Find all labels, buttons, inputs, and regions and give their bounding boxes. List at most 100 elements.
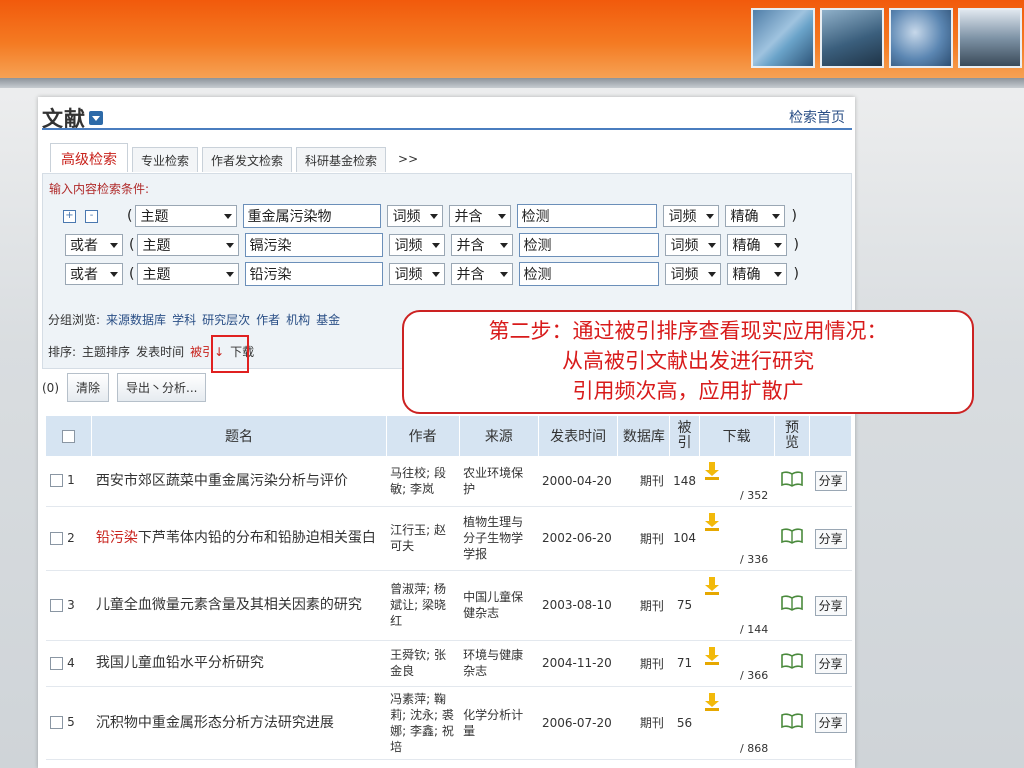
- match-select[interactable]: 精确: [727, 263, 788, 285]
- result-authors[interactable]: 王舜钦; 张金良: [386, 640, 460, 687]
- share-button[interactable]: 分享: [814, 471, 847, 492]
- book-preview-icon[interactable]: [781, 712, 803, 729]
- freq2-select[interactable]: 词频: [663, 205, 720, 227]
- result-title[interactable]: 铅污染下芦苇体内铅的分布和铅胁迫相关蛋白: [91, 506, 387, 571]
- term-input[interactable]: 镉污染: [245, 233, 384, 257]
- field-select[interactable]: 主题: [135, 205, 238, 227]
- row-checkbox[interactable]: [50, 474, 63, 488]
- result-citations[interactable]: 75: [669, 570, 700, 641]
- book-preview-icon[interactable]: [781, 528, 803, 544]
- col-downloads[interactable]: 下载: [699, 416, 775, 456]
- col-author[interactable]: 作者: [386, 416, 460, 456]
- result-citations[interactable]: 148: [669, 456, 700, 507]
- group-source-db[interactable]: 来源数据库: [106, 313, 166, 327]
- result-source[interactable]: 农业环境保护: [459, 456, 539, 507]
- freq2-select[interactable]: 词频: [665, 263, 722, 285]
- col-citations-line2: 引: [677, 435, 692, 451]
- share-button[interactable]: 分享: [814, 595, 847, 616]
- group-research-level[interactable]: 研究层次: [202, 313, 250, 327]
- download-icon[interactable]: [705, 692, 720, 711]
- result-source[interactable]: 中国儿童保健杂志: [459, 570, 539, 641]
- row-checkbox[interactable]: [50, 598, 63, 612]
- result-authors[interactable]: 江行玉; 赵可夫: [386, 506, 460, 571]
- sort-by-topic[interactable]: 主题排序: [82, 345, 130, 359]
- tab-fund-search[interactable]: 科研基金检索: [296, 147, 387, 172]
- match-select[interactable]: 精确: [727, 234, 788, 256]
- operator-select[interactable]: 并含: [451, 263, 514, 285]
- col-date[interactable]: 发表时间: [538, 416, 619, 456]
- operator-select-value: 并含: [456, 238, 485, 254]
- col-source[interactable]: 来源: [459, 416, 539, 456]
- chevron-down-icon: [432, 242, 441, 248]
- share-button[interactable]: 分享: [814, 713, 847, 733]
- field-select[interactable]: 主题: [137, 234, 240, 256]
- select-all-checkbox[interactable]: [62, 429, 76, 443]
- result-citations[interactable]: 56: [669, 686, 700, 760]
- classroom-photo-thumbnail: [958, 8, 1022, 68]
- term2-input[interactable]: 检测: [517, 204, 658, 228]
- term2-input[interactable]: 检测: [519, 233, 660, 257]
- result-title[interactable]: 西安市郊区蔬菜中重金属污染分析与评价: [91, 456, 387, 507]
- operator-select[interactable]: 并含: [451, 234, 514, 256]
- book-preview-icon[interactable]: [781, 471, 803, 487]
- result-title[interactable]: 儿童全血微量元素含量及其相关因素的研究: [91, 570, 387, 641]
- download-icon[interactable]: [705, 576, 720, 595]
- header-thumbnails: [751, 8, 1022, 68]
- download-icon[interactable]: [705, 646, 720, 665]
- group-fund[interactable]: 基金: [316, 313, 340, 327]
- row-checkbox[interactable]: [50, 716, 63, 729]
- logic-select[interactable]: 或者: [65, 234, 123, 256]
- result-citations[interactable]: 71: [669, 640, 700, 687]
- term-input[interactable]: 重金属污染物: [243, 204, 382, 228]
- term2-input[interactable]: 检测: [519, 262, 660, 286]
- col-database[interactable]: 数据库: [617, 416, 671, 456]
- freq2-select[interactable]: 词频: [665, 234, 722, 256]
- operator-select[interactable]: 并含: [449, 205, 512, 227]
- term-input[interactable]: 铅污染: [245, 262, 384, 286]
- remove-row-icon[interactable]: -: [85, 209, 98, 223]
- col-title[interactable]: 题名: [91, 416, 387, 456]
- book-preview-icon[interactable]: [781, 595, 803, 611]
- download-icon[interactable]: [705, 462, 720, 480]
- clear-button[interactable]: 清除: [67, 373, 110, 402]
- freq-select[interactable]: 词频: [389, 234, 446, 256]
- result-title[interactable]: 我国儿童血铅水平分析研究: [91, 640, 387, 687]
- group-author[interactable]: 作者: [256, 313, 280, 327]
- freq-select[interactable]: 词频: [387, 205, 444, 227]
- chevron-down-icon: [226, 271, 235, 277]
- match-select[interactable]: 精确: [725, 205, 786, 227]
- logic-select[interactable]: 或者: [65, 263, 123, 285]
- add-row-icon[interactable]: +: [63, 209, 76, 223]
- result-source[interactable]: 化学分析计量: [459, 686, 539, 760]
- download-icon[interactable]: [705, 512, 720, 531]
- export-analyze-button[interactable]: 导出丶分析...: [117, 373, 207, 402]
- share-button[interactable]: 分享: [814, 653, 847, 674]
- freq-select-value: 词频: [394, 238, 423, 254]
- result-source[interactable]: 环境与健康杂志: [459, 640, 539, 687]
- result-authors[interactable]: 冯素萍; 鞠莉; 沈永; 裘娜; 李鑫; 祝培: [386, 686, 460, 760]
- share-button[interactable]: 分享: [814, 528, 847, 549]
- freq-select[interactable]: 词频: [389, 263, 446, 285]
- result-source[interactable]: 植物生理与分子生物学学报: [459, 506, 539, 571]
- tab-professional-search[interactable]: 专业检索: [132, 147, 199, 172]
- tab-more[interactable]: >>: [390, 148, 426, 172]
- col-preview[interactable]: 预览: [774, 416, 811, 456]
- row-checkbox[interactable]: [50, 656, 63, 670]
- table-row: 2 铅污染下芦苇体内铅的分布和铅胁迫相关蛋白 江行玉; 赵可夫 植物生理与分子生物学学…: [46, 506, 852, 571]
- field-select[interactable]: 主题: [137, 263, 240, 285]
- result-title[interactable]: 沉积物中重金属形态分析方法研究进展: [91, 686, 387, 760]
- sort-by-date[interactable]: 发表时间: [136, 345, 184, 359]
- dropdown-icon[interactable]: [89, 111, 103, 125]
- row-checkbox[interactable]: [50, 531, 63, 545]
- tab-author-search[interactable]: 作者发文检索: [202, 147, 293, 172]
- result-authors[interactable]: 马往校; 段敏; 李岚: [386, 456, 460, 507]
- result-authors[interactable]: 曾淑萍; 杨斌让; 梁晓红: [386, 570, 460, 641]
- search-home-link[interactable]: 检索首页: [789, 107, 845, 127]
- result-citations[interactable]: 104: [669, 506, 700, 571]
- group-subject[interactable]: 学科: [172, 313, 196, 327]
- field-select-value: 主题: [140, 209, 169, 225]
- book-preview-icon[interactable]: [781, 653, 803, 669]
- group-institution[interactable]: 机构: [286, 313, 310, 327]
- col-citations[interactable]: 被引: [669, 416, 700, 456]
- tab-advanced-search[interactable]: 高级检索: [50, 143, 128, 172]
